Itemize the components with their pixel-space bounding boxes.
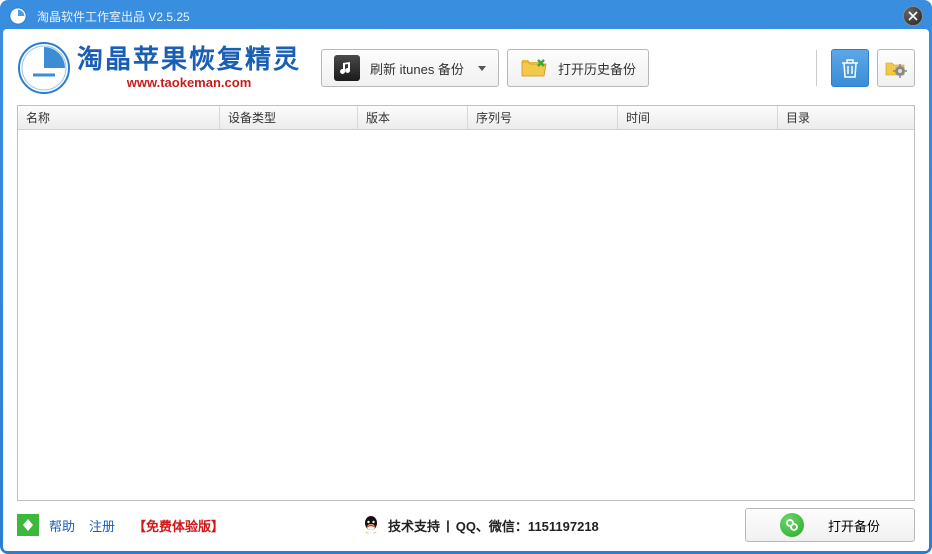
help-icon	[17, 514, 39, 536]
delete-button[interactable]	[831, 49, 869, 87]
table-body[interactable]	[18, 130, 914, 500]
close-button[interactable]	[903, 6, 923, 26]
column-name[interactable]: 名称	[18, 106, 220, 129]
open-backup-button[interactable]: 打开备份	[745, 508, 915, 542]
itunes-icon	[334, 55, 360, 81]
support-contact: QQ、微信：1151197218	[456, 516, 599, 535]
toolbar-divider	[816, 50, 817, 86]
header-toolbar: 淘晶苹果恢复精灵 www.taokeman.com 刷新 itunes 备份 打…	[17, 37, 915, 99]
app-window: 淘晶软件工作室出品 V2.5.25 淘晶苹果恢复精灵 www.taokeman.…	[0, 0, 932, 554]
settings-button[interactable]	[877, 49, 915, 87]
trash-icon	[841, 58, 859, 78]
footer: 帮助 注册 【免费体验版】 技术支持 | QQ、微信：1151197218 打开…	[17, 501, 915, 541]
refresh-itunes-button[interactable]: 刷新 itunes 备份	[321, 49, 499, 87]
column-type[interactable]: 设备类型	[220, 106, 358, 129]
content-area: 淘晶苹果恢复精灵 www.taokeman.com 刷新 itunes 备份 打…	[3, 29, 929, 551]
backup-table: 名称 设备类型 版本 序列号 时间 目录	[17, 105, 915, 501]
column-serial[interactable]: 序列号	[468, 106, 618, 129]
table-header: 名称 设备类型 版本 序列号 时间 目录	[18, 106, 914, 130]
titlebar-text: 淘晶软件工作室出品 V2.5.25	[37, 8, 190, 25]
column-version[interactable]: 版本	[358, 106, 468, 129]
link-icon	[780, 513, 804, 537]
trial-label: 【免费体验版】	[133, 516, 224, 535]
chevron-down-icon	[478, 66, 486, 71]
history-label: 打开历史备份	[558, 59, 636, 78]
logo-icon	[17, 41, 71, 95]
titlebar: 淘晶软件工作室出品 V2.5.25	[3, 3, 929, 29]
register-link[interactable]: 注册	[89, 516, 115, 535]
open-history-button[interactable]: 打开历史备份	[507, 49, 649, 87]
help-link[interactable]: 帮助	[49, 516, 75, 535]
gear-folder-icon	[884, 56, 908, 80]
support-label: 技术支持	[388, 516, 440, 535]
support-block: 技术支持 | QQ、微信：1151197218	[360, 514, 599, 536]
app-url: www.taokeman.com	[77, 75, 301, 90]
open-backup-label: 打开备份	[828, 516, 880, 535]
refresh-label: 刷新 itunes 备份	[370, 59, 464, 78]
logo-block: 淘晶苹果恢复精灵 www.taokeman.com	[17, 41, 301, 95]
app-icon	[9, 7, 27, 25]
column-time[interactable]: 时间	[618, 106, 778, 129]
folder-icon	[520, 56, 548, 80]
app-title: 淘晶苹果恢复精灵	[77, 46, 301, 75]
qq-icon	[360, 514, 382, 536]
column-dir[interactable]: 目录	[778, 106, 914, 129]
support-divider: |	[446, 518, 450, 533]
